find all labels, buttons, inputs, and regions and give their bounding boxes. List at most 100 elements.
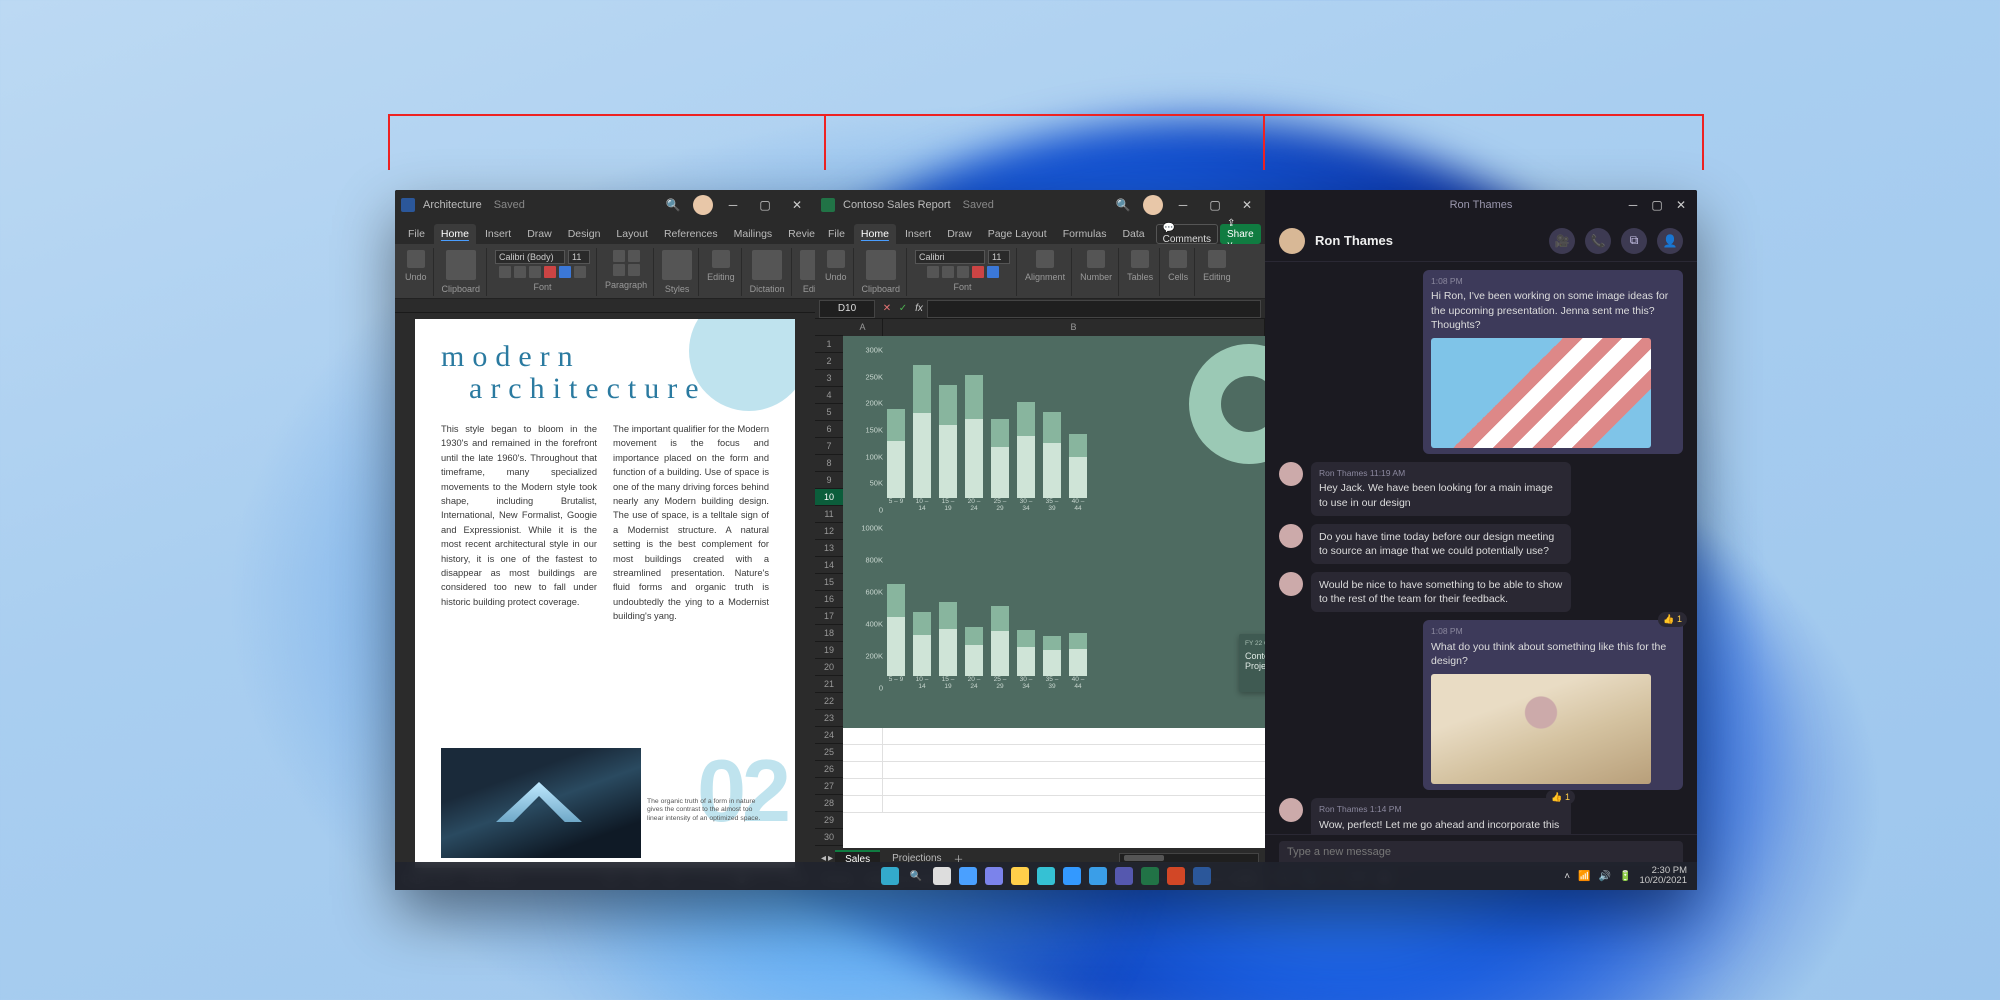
undo-icon[interactable] bbox=[407, 250, 425, 268]
font-name-select[interactable]: Calibri bbox=[915, 250, 985, 264]
tab-formulas[interactable]: Formulas bbox=[1056, 224, 1114, 244]
battery-icon[interactable]: 🔋 bbox=[1619, 871, 1631, 882]
search-icon[interactable]: 🔍 bbox=[1111, 193, 1135, 217]
word-document-area[interactable]: modernarchitecture This style began to b… bbox=[395, 313, 815, 868]
formula-bar[interactable] bbox=[927, 300, 1261, 318]
tab-file[interactable]: File bbox=[401, 224, 432, 244]
ruler[interactable] bbox=[395, 299, 815, 313]
tab-layout[interactable]: Layout bbox=[609, 224, 655, 244]
message-image[interactable] bbox=[1431, 674, 1651, 784]
tables-icon[interactable] bbox=[1131, 250, 1149, 268]
video-call-icon[interactable]: 🎥 bbox=[1549, 228, 1575, 254]
paste-icon[interactable] bbox=[866, 250, 896, 280]
tab-insert[interactable]: Insert bbox=[478, 224, 518, 244]
taskbar-edge-icon[interactable] bbox=[1037, 867, 1055, 885]
chat-message[interactable]: Do you have time today before our design… bbox=[1279, 524, 1683, 564]
audio-call-icon[interactable]: 📞 bbox=[1585, 228, 1611, 254]
chat-message[interactable]: Would be nice to have something to be ab… bbox=[1279, 572, 1683, 612]
search-icon[interactable]: 🔍 bbox=[661, 193, 685, 217]
enter-icon[interactable]: ✓ bbox=[895, 301, 911, 317]
add-person-icon[interactable]: 👤 bbox=[1657, 228, 1683, 254]
bold-icon[interactable] bbox=[499, 266, 511, 278]
taskbar-explorer-icon[interactable] bbox=[1011, 867, 1029, 885]
chat-message[interactable]: Ron Thames 11:19 AMHey Jack. We have bee… bbox=[1279, 462, 1683, 516]
taskbar-chat-icon[interactable] bbox=[985, 867, 1003, 885]
dictate-icon[interactable] bbox=[752, 250, 782, 280]
taskbar[interactable]: 🔍 ˄ 📶 🔊 🔋 2:30 PM10/20/2021 bbox=[395, 862, 1697, 890]
taskbar-store-icon[interactable] bbox=[1063, 867, 1081, 885]
tab-data[interactable]: Data bbox=[1115, 224, 1151, 244]
tab-draw[interactable]: Draw bbox=[940, 224, 979, 244]
tab-design[interactable]: Design bbox=[561, 224, 608, 244]
cells-icon[interactable] bbox=[1169, 250, 1187, 268]
chat-message[interactable]: 1:08 PMHi Ron, I've been working on some… bbox=[1279, 270, 1683, 454]
close-button[interactable]: ✕ bbox=[785, 193, 809, 217]
font-size-select[interactable]: 11 bbox=[568, 250, 590, 264]
maximize-button[interactable]: ▢ bbox=[753, 193, 777, 217]
word-titlebar[interactable]: Architecture Saved 🔍 ─ ▢ ✕ bbox=[395, 190, 815, 220]
name-box[interactable]: D10 bbox=[819, 300, 875, 318]
align-icon[interactable] bbox=[1036, 250, 1054, 268]
taskbar-teams-icon[interactable] bbox=[1115, 867, 1133, 885]
close-button[interactable]: ✕ bbox=[1669, 193, 1693, 217]
taskbar-search-icon[interactable]: 🔍 bbox=[907, 867, 925, 885]
close-button[interactable]: ✕ bbox=[1235, 193, 1259, 217]
tray-overflow-icon[interactable]: ˄ bbox=[1564, 871, 1570, 882]
volume-icon[interactable]: 🔊 bbox=[1599, 871, 1611, 882]
message-thread[interactable]: 1:08 PMHi Ron, I've been working on some… bbox=[1265, 262, 1697, 834]
taskbar-word-icon[interactable] bbox=[1193, 867, 1211, 885]
undo-icon[interactable] bbox=[827, 250, 845, 268]
highlight-icon[interactable] bbox=[559, 266, 571, 278]
taskbar-start-icon[interactable] bbox=[881, 867, 899, 885]
chat-message[interactable]: Ron Thames 1:14 PMWow, perfect! Let me g… bbox=[1279, 798, 1683, 834]
teams-titlebar[interactable]: Ron Thames ─ ▢ ✕ bbox=[1265, 190, 1697, 220]
comments-button[interactable]: 💬 Comments bbox=[1156, 224, 1218, 244]
row-headers[interactable]: 1234567891011121314151617181920212223242… bbox=[815, 319, 843, 848]
share-button[interactable]: ⇪ Share ˅ bbox=[1220, 224, 1261, 244]
screenshare-icon[interactable]: ⧉ bbox=[1621, 228, 1647, 254]
embedded-chart[interactable]: 74% New Sales FY 22 Category Contoso Sal… bbox=[843, 336, 1265, 728]
minimize-button[interactable]: ─ bbox=[721, 193, 745, 217]
editing-icon[interactable] bbox=[1208, 250, 1226, 268]
tab-references[interactable]: References bbox=[657, 224, 725, 244]
clock[interactable]: 2:30 PM10/20/2021 bbox=[1639, 866, 1687, 887]
number-format-icon[interactable] bbox=[1087, 250, 1105, 268]
tab-page-layout[interactable]: Page Layout bbox=[981, 224, 1054, 244]
fx-icon[interactable]: fx bbox=[911, 301, 927, 317]
taskbar-widgets-icon[interactable] bbox=[959, 867, 977, 885]
tab-draw[interactable]: Draw bbox=[520, 224, 559, 244]
taskbar-mail-icon[interactable] bbox=[1089, 867, 1107, 885]
minimize-button[interactable]: ─ bbox=[1171, 193, 1195, 217]
tab-home[interactable]: Home bbox=[434, 224, 476, 244]
message-image[interactable] bbox=[1431, 338, 1651, 448]
word-ribbon[interactable]: Undo Clipboard Calibri (Body)11 Font Par… bbox=[395, 244, 815, 299]
tab-home[interactable]: Home bbox=[854, 224, 896, 244]
maximize-button[interactable]: ▢ bbox=[1203, 193, 1227, 217]
reaction-badge[interactable]: 👍 1 bbox=[1546, 790, 1575, 804]
underline-icon[interactable] bbox=[529, 266, 541, 278]
reaction-badge[interactable]: 👍 1 bbox=[1658, 612, 1687, 626]
user-avatar[interactable] bbox=[1143, 195, 1163, 215]
font-color-icon[interactable] bbox=[544, 266, 556, 278]
taskbar-task-view-icon[interactable] bbox=[933, 867, 951, 885]
wifi-icon[interactable]: 📶 bbox=[1578, 871, 1590, 882]
paste-icon[interactable] bbox=[446, 250, 476, 280]
font-size-select[interactable]: 11 bbox=[988, 250, 1010, 264]
excel-ribbon[interactable]: Undo Clipboard Calibri11 Font Alignment … bbox=[815, 244, 1265, 299]
taskbar-powerpoint-icon[interactable] bbox=[1167, 867, 1185, 885]
cancel-icon[interactable]: ✕ bbox=[879, 301, 895, 317]
find-icon[interactable] bbox=[712, 250, 730, 268]
styles-icon[interactable] bbox=[662, 250, 692, 280]
tab-mailings[interactable]: Mailings bbox=[727, 224, 780, 244]
italic-icon[interactable] bbox=[514, 266, 526, 278]
maximize-button[interactable]: ▢ bbox=[1645, 193, 1669, 217]
chat-message[interactable]: 1:08 PMWhat do you think about something… bbox=[1279, 620, 1683, 790]
tab-insert[interactable]: Insert bbox=[898, 224, 938, 244]
taskbar-excel-icon[interactable] bbox=[1141, 867, 1159, 885]
user-avatar[interactable] bbox=[693, 195, 713, 215]
worksheet-cells[interactable] bbox=[843, 728, 1265, 848]
excel-titlebar[interactable]: Contoso Sales Report Saved 🔍 ─ ▢ ✕ bbox=[815, 190, 1265, 220]
column-headers[interactable]: A B bbox=[843, 319, 1265, 336]
minimize-button[interactable]: ─ bbox=[1621, 193, 1645, 217]
font-name-select[interactable]: Calibri (Body) bbox=[495, 250, 565, 264]
